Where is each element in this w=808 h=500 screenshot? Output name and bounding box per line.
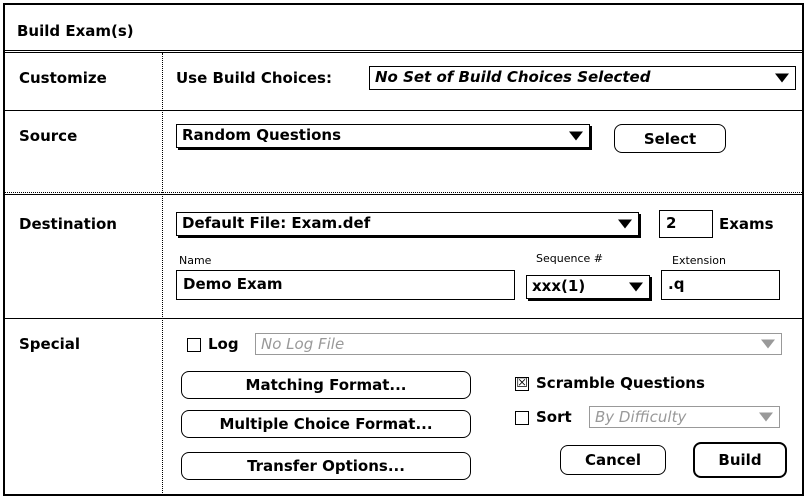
sort-label: Sort [536,408,572,426]
divider [5,110,802,111]
scramble-checkbox[interactable]: ☒ [515,377,529,391]
divider [5,50,802,51]
log-file-value: No Log File [261,335,345,353]
scramble-label: Scramble Questions [536,374,705,392]
destination-file-value: Default File: Exam.def [182,214,371,232]
matching-format-button[interactable]: Matching Format... [181,371,471,399]
special-label: Special [19,335,81,353]
chevron-down-icon [629,282,643,292]
divider [5,52,802,53]
source-popup[interactable]: Random Questions [176,124,590,148]
select-button[interactable]: Select [614,124,726,153]
sequence-value: xxx(1) [532,277,586,295]
divider [5,318,802,319]
chevron-down-icon [569,131,583,141]
exams-label: Exams [719,215,774,233]
column-divider [162,53,163,493]
extension-label: Extension [672,254,727,267]
extension-input[interactable]: .q [661,270,780,300]
name-label: Name [179,254,212,267]
chevron-down-icon [759,412,773,422]
build-choices-popup[interactable]: No Set of Build Choices Selected [369,66,796,90]
log-checkbox[interactable] [187,338,201,352]
sequence-popup[interactable]: xxx(1) [526,275,650,299]
divider [5,192,802,193]
transfer-options-button[interactable]: Transfer Options... [181,452,471,480]
chevron-down-icon [761,339,775,349]
chevron-down-icon [775,73,789,83]
chevron-down-icon [618,219,632,229]
multiple-choice-format-button[interactable]: Multiple Choice Format... [181,410,471,438]
source-label: Source [19,127,78,145]
log-label: Log [208,335,239,353]
source-value: Random Questions [182,126,342,144]
dialog-title: Build Exam(s) [17,22,134,40]
sort-value: By Difficulty [595,408,687,426]
name-input[interactable]: Demo Exam [176,270,515,300]
build-choices-label: Use Build Choices: [176,69,332,87]
build-choices-value: No Set of Build Choices Selected [375,68,651,86]
sequence-label: Sequence # [536,252,603,265]
destination-file-popup[interactable]: Default File: Exam.def [176,212,639,236]
exam-count-input[interactable]: 2 [659,210,713,238]
sort-checkbox[interactable] [515,411,529,425]
build-button[interactable]: Build [693,442,787,478]
customize-label: Customize [19,69,107,87]
divider [5,194,802,195]
cancel-button[interactable]: Cancel [560,445,666,475]
log-file-popup[interactable]: No Log File [255,333,782,355]
destination-label: Destination [19,215,117,233]
build-exams-dialog: Build Exam(s) Customize Use Build Choice… [3,3,804,496]
sort-popup[interactable]: By Difficulty [589,406,780,428]
